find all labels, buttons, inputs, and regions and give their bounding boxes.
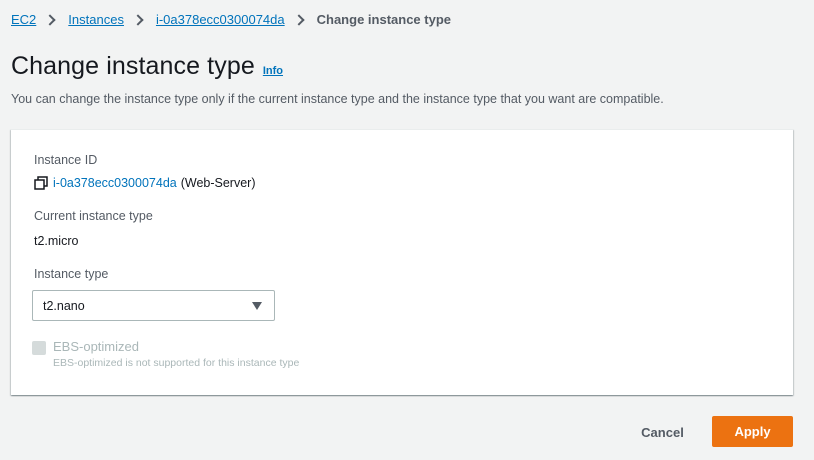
instance-type-select[interactable]: t2.nano bbox=[32, 290, 275, 321]
apply-button[interactable]: Apply bbox=[712, 416, 793, 447]
ebs-optimized-row: EBS-optimized EBS-optimized is not suppo… bbox=[32, 339, 299, 369]
page-title: Change instance type bbox=[11, 52, 255, 80]
ebs-optimized-text: EBS-optimized EBS-optimized is not suppo… bbox=[53, 339, 299, 369]
cancel-button[interactable]: Cancel bbox=[625, 417, 700, 447]
instance-type-label: Instance type bbox=[34, 267, 109, 281]
chevron-right-icon bbox=[44, 14, 56, 26]
chevron-right-icon bbox=[292, 14, 305, 26]
current-type-value: t2.micro bbox=[34, 234, 79, 248]
breadcrumb-ec2-link[interactable]: EC2 bbox=[11, 11, 36, 29]
breadcrumb: EC2 Instances i-0a378ecc0300074da Change… bbox=[11, 11, 451, 29]
instance-id-label: Instance ID bbox=[34, 153, 98, 167]
chevron-right-icon bbox=[132, 14, 144, 26]
title-row: Change instance type Info bbox=[11, 52, 283, 81]
page-description: You can change the instance type only if… bbox=[11, 92, 664, 106]
ebs-optimized-label: EBS-optimized bbox=[53, 339, 139, 354]
current-type-label: Current instance type bbox=[34, 209, 153, 223]
instance-id-row: i-0a378ecc0300074da (Web-Server) bbox=[34, 176, 256, 190]
copy-icon[interactable] bbox=[34, 176, 48, 190]
info-link[interactable]: Info bbox=[263, 65, 283, 77]
page: EC2 Instances i-0a378ecc0300074da Change… bbox=[0, 0, 814, 460]
instance-type-select-value: t2.nano bbox=[43, 298, 85, 313]
ebs-optimized-description: EBS-optimized is not supported for this … bbox=[53, 357, 300, 369]
breadcrumb-current: Change instance type bbox=[316, 12, 451, 27]
breadcrumb-instance-link[interactable]: i-0a378ecc0300074da bbox=[156, 11, 285, 29]
change-type-panel: Instance ID i-0a378ecc0300074da (Web-Ser… bbox=[11, 129, 793, 395]
instance-id-link[interactable]: i-0a378ecc0300074da bbox=[53, 176, 177, 190]
breadcrumb-instances-link[interactable]: Instances bbox=[68, 11, 124, 29]
ebs-optimized-checkbox[interactable] bbox=[32, 341, 46, 355]
instance-name: (Web-Server) bbox=[180, 176, 256, 190]
caret-down-icon bbox=[252, 301, 262, 310]
